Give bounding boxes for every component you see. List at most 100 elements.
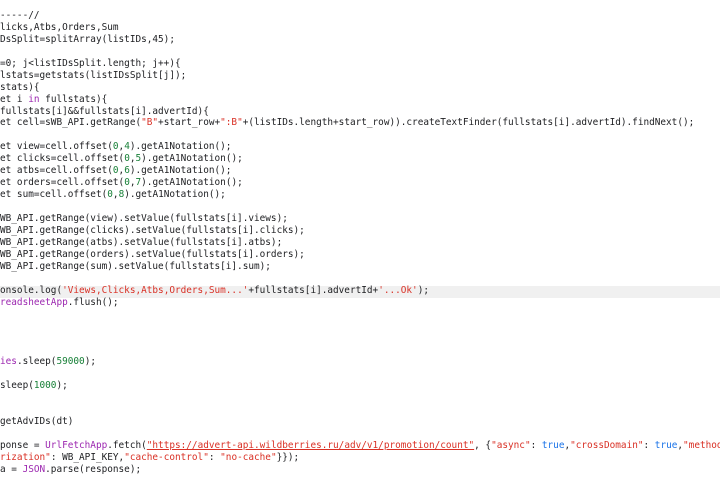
code-token: onsole.log( — [0, 284, 63, 296]
code-line[interactable] — [0, 201, 720, 213]
code-token: +(listIDs.length+start_row)).createTextF… — [242, 117, 695, 129]
code-token: .sleep( — [16, 356, 57, 368]
code-line[interactable] — [0, 308, 720, 320]
code-line[interactable]: et clicks=cell.offset(0,5).getA1Notation… — [0, 153, 720, 165]
code-token: lstats=getstats(listIDsSplit[j]); — [0, 69, 187, 81]
code-token: getAdvIDs(dt) — [0, 415, 74, 427]
code-line[interactable]: =0; j<listIDsSplit.length; j++){ — [0, 58, 720, 70]
code-token: et clicks=cell.offset( — [0, 153, 125, 165]
code-line[interactable]: WB_API.getRange(orders).setValue(fullsta… — [0, 249, 720, 261]
code-token: stats){ — [0, 81, 40, 93]
code-token: 'Views,Clicks,Atbs,Orders,Sum...' — [62, 284, 249, 296]
code-token: licks,Atbs,Orders,Sum — [0, 21, 119, 33]
code-line[interactable]: sleep(1000); — [0, 380, 720, 392]
code-line[interactable]: et cell=sWB_API.getRange("B"+start_row+"… — [0, 117, 720, 129]
code-line[interactable]: -----// — [0, 10, 720, 22]
code-token: WB_API.getRange(orders).setValue(fullsta… — [0, 248, 305, 260]
code-token: ponse = — [0, 439, 46, 451]
code-token: : — [208, 451, 221, 463]
code-token: sleep( — [0, 380, 34, 392]
code-token: in — [28, 93, 40, 105]
code-token: et sum=cell.offset( — [0, 189, 108, 201]
code-token: ).getA1Notation(); — [129, 141, 232, 153]
code-token: "method" — [683, 439, 720, 451]
code-token: , { — [474, 439, 492, 451]
code-line[interactable]: licks,Atbs,Orders,Sum — [0, 22, 720, 34]
code-token: et i — [0, 93, 29, 105]
code-line[interactable] — [0, 368, 720, 380]
code-token: ).getA1Notation(); — [141, 177, 243, 189]
code-token: ies — [0, 356, 17, 368]
code-token: JSON — [22, 463, 46, 475]
code-token: fullstats){ — [39, 93, 108, 105]
code-token: et atbs=cell.offset( — [0, 165, 113, 177]
code-line[interactable] — [0, 392, 720, 404]
code-line[interactable]: DsSplit=splitArray(listIDs,45); — [0, 34, 720, 46]
code-line[interactable]: stats){ — [0, 82, 720, 94]
code-line[interactable] — [0, 344, 720, 356]
code-line[interactable]: fullstats[i]&&fullstats[i].advertId){ — [0, 106, 720, 118]
code-line[interactable] — [0, 428, 720, 440]
code-token: -----// — [0, 10, 40, 21]
code-line[interactable]: WB_API.getRange(sum).setValue(fullstats[… — [0, 261, 720, 273]
code-line[interactable]: a = JSON.parse(response); — [0, 464, 720, 476]
code-token: ).getA1Notation(); — [129, 165, 232, 177]
code-token: : — [530, 439, 542, 451]
code-token: "async" — [491, 439, 531, 451]
code-token: true — [654, 439, 678, 451]
code-line[interactable]: ies.sleep(59000); — [0, 356, 720, 368]
code-token: readsheetApp — [0, 296, 68, 308]
code-line[interactable]: lstats=getstats(listIDsSplit[j]); — [0, 70, 720, 82]
code-token: .flush(); — [67, 296, 119, 308]
code-line[interactable] — [0, 129, 720, 141]
code-line[interactable]: et orders=cell.offset(0,7).getA1Notation… — [0, 177, 720, 189]
code-line[interactable]: rization": WB_API_KEY,"cache-control": "… — [0, 452, 720, 464]
code-line[interactable] — [0, 273, 720, 285]
code-line[interactable] — [0, 320, 720, 332]
code-token: WB_API.getRange(atbs).setValue(fullstats… — [0, 236, 283, 248]
code-token: ); — [84, 356, 96, 368]
code-token: ); — [56, 380, 68, 392]
code-token: ).getA1Notation(); — [141, 153, 243, 165]
code-line[interactable] — [0, 46, 720, 58]
code-editor[interactable]: -----//licks,Atbs,Orders,Sum DsSplit=spli… — [0, 0, 720, 480]
code-token: 59000 — [56, 356, 85, 368]
code-line[interactable]: WB_API.getRange(clicks).setValue(fullsta… — [0, 225, 720, 237]
code-token: "crossDomain" — [570, 439, 644, 451]
code-token: =0; j<listIDsSplit.length; j++){ — [0, 57, 181, 69]
code-token: WB_API.getRange(sum).setValue(fullstats[… — [0, 260, 271, 272]
code-line[interactable]: et i in fullstats){ — [0, 94, 720, 106]
code-token: "cache-control" — [124, 451, 209, 463]
code-token: 1000 — [33, 380, 57, 392]
code-token: +fullstats[i].advertId+ — [248, 284, 379, 296]
code-line[interactable]: et view=cell.offset(0,4).getA1Notation()… — [0, 141, 720, 153]
code-token: }}); — [276, 451, 300, 463]
code-content[interactable]: -----//licks,Atbs,Orders,Sum DsSplit=spli… — [0, 10, 720, 476]
code-token: UrlFetchApp — [45, 439, 108, 451]
code-token: .fetch( — [107, 439, 147, 451]
code-token: a = — [0, 463, 23, 475]
code-token: rization" — [0, 451, 51, 463]
code-token: fullstats[i]&&fullstats[i].advertId){ — [0, 105, 209, 117]
code-token: "no-cache" — [220, 451, 277, 463]
code-line[interactable]: et sum=cell.offset(0,8).getA1Notation(); — [0, 189, 720, 201]
code-token: et cell=sWB_API.getRange( — [0, 117, 142, 129]
code-line[interactable] — [0, 332, 720, 344]
code-line[interactable]: onsole.log('Views,Clicks,Atbs,Orders,Sum… — [0, 285, 720, 297]
code-token: .parse(response); — [45, 463, 142, 475]
code-token: WB_API.getRange(clicks).setValue(fullsta… — [0, 224, 305, 236]
code-token: ).getA1Notation(); — [124, 189, 226, 201]
code-token: : WB_API_KEY, — [50, 451, 125, 463]
code-line[interactable]: ponse = UrlFetchApp.fetch("https://adver… — [0, 440, 720, 452]
code-token: et orders=cell.offset( — [0, 177, 125, 189]
code-line[interactable] — [0, 404, 720, 416]
code-line[interactable]: WB_API.getRange(view).setValue(fullstats… — [0, 213, 720, 225]
code-line[interactable]: et atbs=cell.offset(0,6).getA1Notation()… — [0, 165, 720, 177]
code-token: '...Ok' — [378, 284, 418, 296]
code-token: et view=cell.offset( — [0, 141, 113, 153]
code-line[interactable]: getAdvIDs(dt) — [0, 416, 720, 428]
code-line[interactable]: readsheetApp.flush(); — [0, 297, 720, 309]
code-line[interactable]: WB_API.getRange(atbs).setValue(fullstats… — [0, 237, 720, 249]
code-token: WB_API.getRange(view).setValue(fullstats… — [0, 212, 288, 224]
code-token: +start_row+ — [158, 117, 221, 129]
